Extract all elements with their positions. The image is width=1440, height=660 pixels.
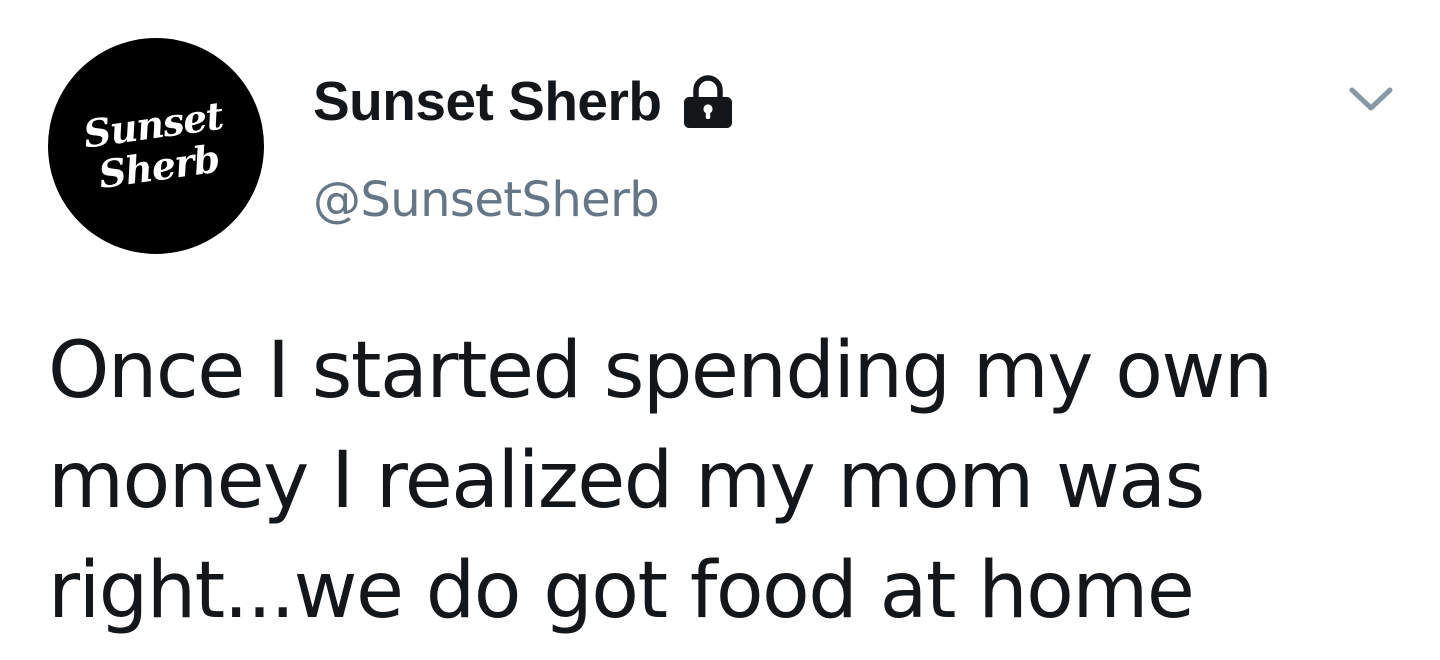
tweet-text-line: Once I started spending my own bbox=[48, 326, 1273, 416]
avatar-logo: Sunset Sherb bbox=[81, 92, 227, 196]
tweet-card: Sunset Sherb Sunset Sherb @SunsetSherb O… bbox=[0, 0, 1440, 660]
display-name[interactable]: Sunset Sherb bbox=[313, 66, 662, 136]
tweet-text: Once I started spending my own money I r… bbox=[48, 316, 1418, 646]
tweet-text-line: right...we do got food at home bbox=[48, 546, 1195, 636]
tweet-text-line: money I realized my mom was bbox=[48, 436, 1205, 526]
user-handle[interactable]: @SunsetSherb bbox=[313, 168, 660, 232]
author-name-row: Sunset Sherb bbox=[313, 66, 734, 136]
lock-icon bbox=[682, 74, 734, 130]
chevron-down-icon[interactable] bbox=[1346, 78, 1396, 118]
avatar[interactable]: Sunset Sherb bbox=[48, 38, 264, 254]
